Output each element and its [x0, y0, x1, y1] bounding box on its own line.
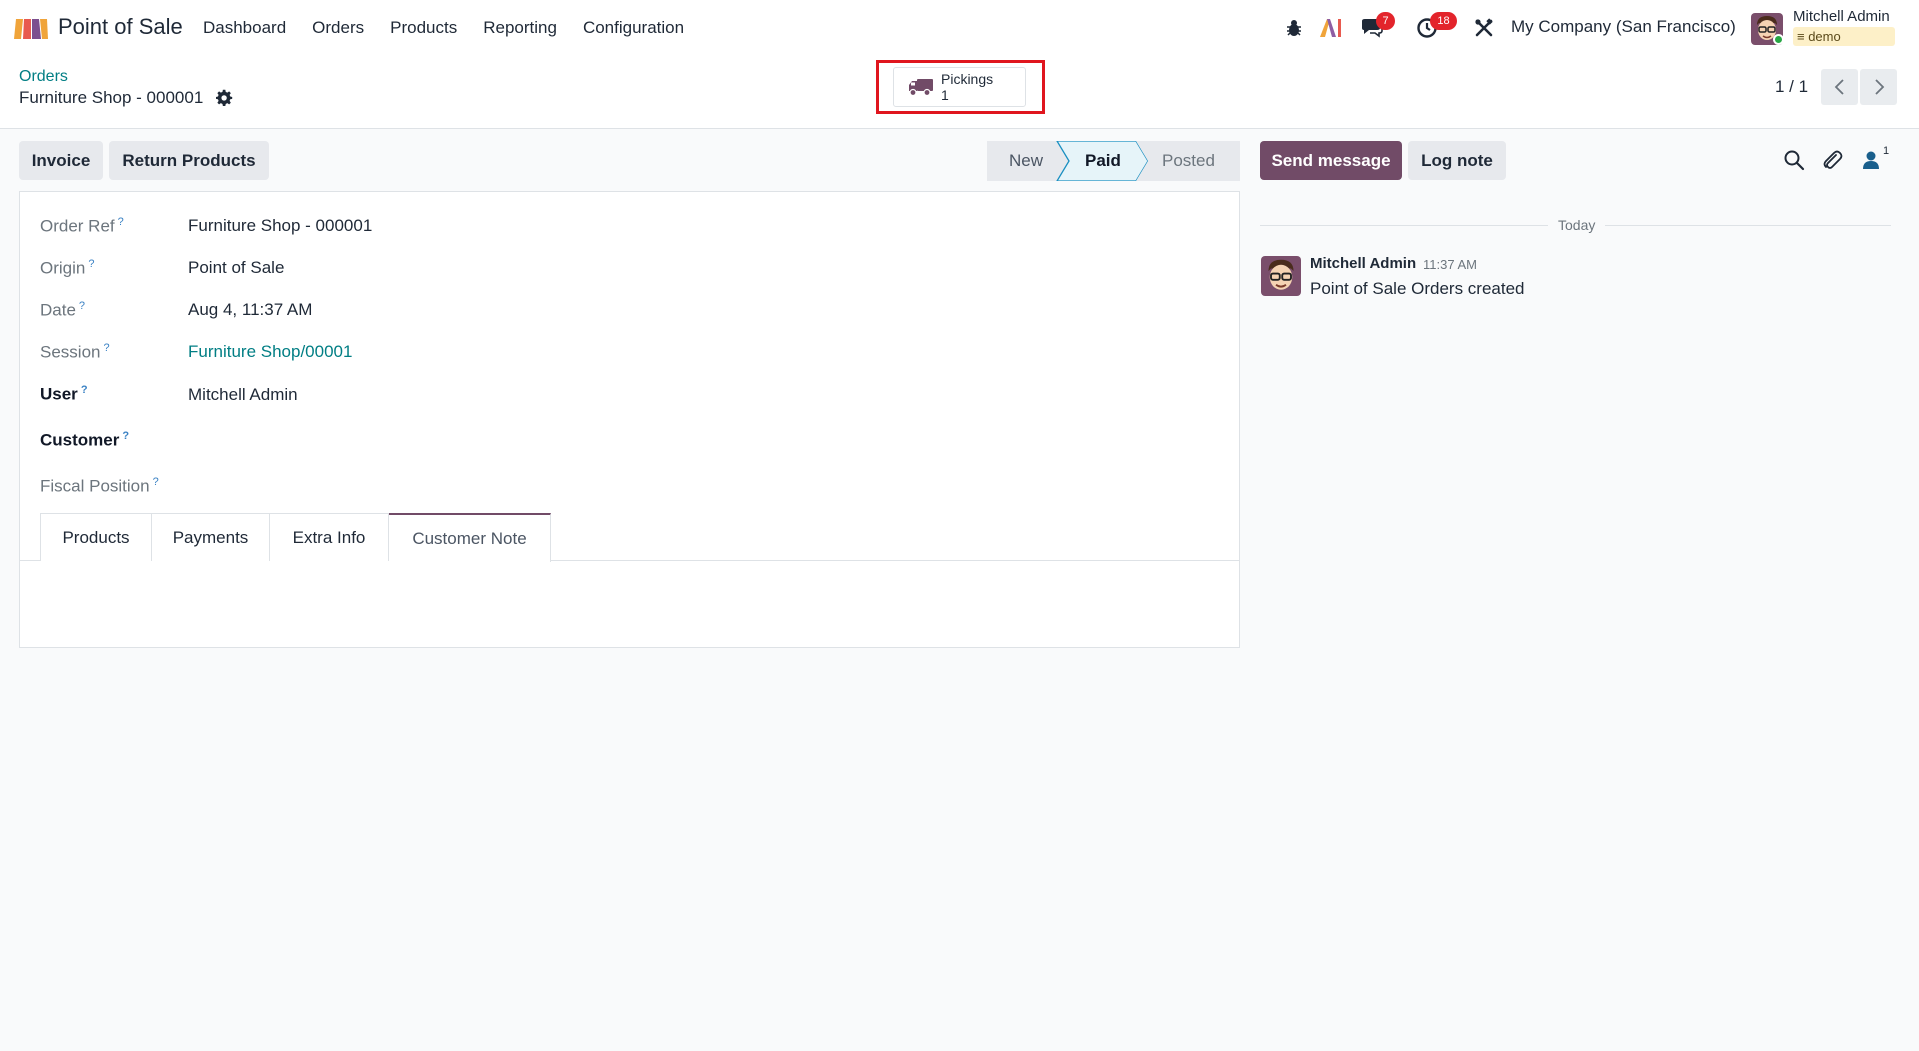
session-label-text: Session — [40, 342, 101, 362]
menu-configuration[interactable]: Configuration — [570, 18, 697, 38]
user-value[interactable]: Mitchell Admin — [188, 385, 298, 405]
tab-payments[interactable]: Payments — [152, 513, 270, 561]
bug-icon — [1287, 20, 1301, 36]
gear-icon[interactable] — [216, 89, 234, 107]
online-status-indicator — [1773, 34, 1784, 45]
user-help[interactable]: ? — [81, 384, 88, 396]
pager-value[interactable]: 1 / 1 — [1775, 77, 1808, 97]
order-ref-help[interactable]: ? — [118, 216, 124, 228]
app-logo-icon[interactable] — [14, 15, 48, 41]
menu-products[interactable]: Products — [377, 18, 470, 38]
log-note-button[interactable]: Log note — [1408, 141, 1506, 180]
menu-dashboard[interactable]: Dashboard — [190, 18, 299, 38]
database-badge: ≡ demo — [1793, 27, 1895, 46]
database-name: demo — [1808, 29, 1841, 44]
customer-help[interactable]: ? — [122, 430, 129, 442]
chevron-right-icon — [1874, 79, 1884, 95]
origin-help[interactable]: ? — [88, 258, 94, 270]
pickings-count: 1 — [941, 87, 949, 103]
fiscal-position-help[interactable]: ? — [153, 476, 159, 488]
status-new[interactable]: New — [1009, 151, 1043, 171]
status-bar: New Paid Posted — [987, 141, 1240, 181]
invoice-button[interactable]: Invoice — [19, 141, 103, 180]
message-author-avatar[interactable] — [1261, 256, 1301, 296]
user-label: User? — [40, 384, 88, 405]
company-switcher[interactable]: My Company (San Francisco) — [1511, 17, 1736, 37]
followers-count[interactable]: 1 — [1883, 145, 1889, 157]
user-name[interactable]: Mitchell Admin — [1793, 8, 1890, 25]
fiscal-position-label-text: Fiscal Position — [40, 476, 150, 496]
top-navbar: Point of Sale Dashboard Orders Products … — [0, 0, 1919, 56]
pager-previous-button[interactable] — [1821, 69, 1858, 105]
user-icon[interactable] — [1862, 149, 1880, 171]
paperclip-icon[interactable] — [1821, 149, 1843, 171]
session-link[interactable]: Furniture Shop/00001 — [188, 342, 352, 362]
customer-label-text: Customer — [40, 430, 120, 450]
main-menu: Dashboard Orders Products Reporting Conf… — [190, 0, 697, 56]
tab-products[interactable]: Products — [40, 513, 152, 561]
order-ref-value: Furniture Shop - 000001 — [188, 216, 373, 235]
date-separator-label: Today — [1548, 217, 1606, 233]
record-title: Furniture Shop - 000001 — [19, 88, 204, 107]
tools-icon — [1475, 18, 1493, 37]
date-value: Aug 4, 11:37 AM — [188, 300, 313, 319]
origin-label: Origin? — [40, 258, 94, 279]
message-author[interactable]: Mitchell Admin — [1310, 255, 1416, 272]
message-time: 11:37 AM — [1423, 257, 1477, 272]
search-icon[interactable] — [1783, 149, 1805, 171]
pickings-label: Pickings — [941, 71, 994, 87]
activities-badge: 18 — [1430, 12, 1457, 30]
truck-icon — [909, 79, 933, 97]
app-title[interactable]: Point of Sale — [58, 14, 183, 40]
form-sheet: Order Ref? Furniture Shop - 000001 Origi… — [19, 191, 1240, 648]
customer-label: Customer? — [40, 430, 129, 451]
pickings-smart-button[interactable]: Pickings 1 — [893, 67, 1026, 107]
status-paid[interactable]: Paid — [1085, 151, 1121, 171]
breadcrumb-orders[interactable]: Orders — [19, 68, 68, 86]
date-label-text: Date — [40, 300, 76, 320]
order-ref-label: Order Ref? — [40, 216, 124, 237]
status-posted[interactable]: Posted — [1162, 151, 1215, 171]
messages-badge: 7 — [1376, 12, 1395, 30]
database-icon: ≡ — [1797, 29, 1809, 44]
session-label: Session? — [40, 342, 110, 363]
pager-next-button[interactable] — [1860, 69, 1897, 105]
origin-label-text: Origin — [40, 258, 86, 278]
menu-orders[interactable]: Orders — [299, 18, 377, 38]
ai-icon — [1320, 19, 1341, 37]
message-body: Point of Sale Orders created — [1310, 279, 1525, 298]
chevron-left-icon — [1834, 79, 1844, 95]
settings-shortcut-button[interactable] — [1472, 0, 1496, 56]
tab-customer-note[interactable]: Customer Note — [389, 513, 551, 562]
user-label-text: User — [40, 384, 78, 404]
message-avatar-icon — [1261, 256, 1301, 296]
origin-value: Point of Sale — [188, 258, 285, 277]
notebook-tabs: Products Payments Extra Info Customer No… — [40, 513, 551, 562]
tab-extra-info[interactable]: Extra Info — [270, 513, 389, 561]
session-help[interactable]: ? — [103, 342, 109, 354]
order-ref-label-text: Order Ref — [40, 216, 115, 236]
ai-button[interactable] — [1316, 0, 1344, 56]
date-label: Date? — [40, 300, 85, 321]
send-message-button[interactable]: Send message — [1260, 141, 1402, 180]
menu-reporting[interactable]: Reporting — [470, 18, 570, 38]
fiscal-position-label: Fiscal Position? — [40, 476, 159, 497]
return-products-button[interactable]: Return Products — [109, 141, 269, 180]
date-help[interactable]: ? — [79, 300, 85, 312]
debug-button[interactable] — [1282, 0, 1306, 56]
